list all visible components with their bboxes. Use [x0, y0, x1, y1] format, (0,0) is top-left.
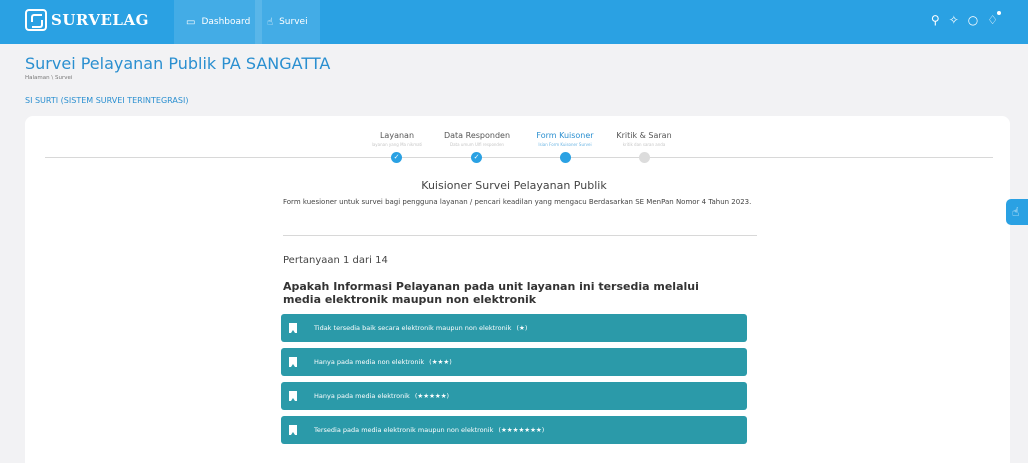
- answer-option-4[interactable]: Tersedia pada media elektronik maupun no…: [281, 416, 747, 444]
- bell-icon[interactable]: ♢: [987, 11, 1001, 27]
- divider: [283, 235, 757, 236]
- hand-pointer-icon: ☝: [1012, 205, 1020, 219]
- side-hand-button[interactable]: ☝: [1006, 199, 1028, 225]
- topbar-actions: ⚲ ✧ ○ ♢: [931, 11, 1001, 27]
- option-stars: (★★★): [429, 358, 452, 366]
- option-stars: (★): [516, 324, 528, 332]
- step-title: Layanan: [379, 131, 415, 140]
- step-active-dot: [560, 152, 571, 163]
- step-subtitle: kritik dan saran anda: [622, 142, 666, 147]
- app-label: SI SURTI (SISTEM SURVEI TERINTEGRASI): [25, 96, 189, 105]
- question-text: Apakah Informasi Pelayanan pada unit lay…: [283, 280, 699, 306]
- bookmark-icon: [289, 323, 297, 333]
- answer-option-2[interactable]: Hanya pada media non elektronik (★★★): [281, 348, 747, 376]
- search-icon[interactable]: ⚲: [931, 13, 940, 27]
- step-done-check-icon: ✓: [391, 152, 402, 163]
- stepper-line: [45, 157, 993, 158]
- step-kritik-saran[interactable]: Kritik & Saran kritik dan saran anda: [604, 131, 684, 147]
- brand-name: SURVELAG: [51, 11, 149, 29]
- form-heading: Kuisioner Survei Pelayanan Publik: [421, 179, 607, 192]
- step-pending-dot: [639, 152, 650, 163]
- breadcrumb: Halaman \ Survei: [25, 75, 73, 81]
- answer-option-3[interactable]: Hanya pada media elektronik (★★★★★): [281, 382, 747, 410]
- hand-icon: ☝: [267, 16, 274, 28]
- top-navbar: SURVELAG ▭ Dashboard ☝ Survei ⚲ ✧ ○ ♢: [0, 0, 1028, 44]
- page-title: Survei Pelayanan Publik PA SANGATTA: [25, 54, 331, 73]
- step-subtitle: Data umum Ulfi responden: [450, 142, 504, 147]
- bookmark-icon: [289, 391, 297, 401]
- bookmark-icon: [289, 425, 297, 435]
- option-label: Tidak tersedia baik secara elektronik ma…: [314, 324, 512, 332]
- step-subtitle: layanan yang Ma nikmati: [371, 142, 423, 147]
- step-title: Form Kuisoner: [536, 131, 594, 140]
- nav-dashboard[interactable]: ▭ Dashboard: [174, 0, 263, 44]
- logo-icon: [25, 9, 47, 31]
- step-data-responden[interactable]: Data Responden Data umum Ulfi responden: [437, 131, 517, 147]
- step-title: Kritik & Saran: [616, 131, 672, 140]
- step-form-kuisoner[interactable]: Form Kuisoner Isian Form Kuisoner Survei: [525, 131, 605, 147]
- step-done-check-icon: ✓: [471, 152, 482, 163]
- monitor-icon: ▭: [186, 16, 196, 28]
- question-counter: Pertanyaan 1 dari 14: [283, 255, 388, 266]
- nav-survei[interactable]: ☝ Survei: [255, 0, 320, 44]
- form-description: Form kuesioner untuk survei bagi penggun…: [283, 198, 752, 206]
- pin-icon[interactable]: ✧: [949, 13, 959, 27]
- option-label: Hanya pada media elektronik: [314, 392, 410, 400]
- option-stars: (★★★★★★★): [498, 426, 545, 434]
- nav-dashboard-label: Dashboard: [201, 17, 251, 27]
- step-layanan[interactable]: Layanan layanan yang Ma nikmati: [357, 131, 437, 147]
- answer-option-1[interactable]: Tidak tersedia baik secara elektronik ma…: [281, 314, 747, 342]
- lightbulb-icon[interactable]: ○: [968, 13, 978, 27]
- step-subtitle: Isian Form Kuisoner Survei: [538, 142, 592, 147]
- option-label: Hanya pada media non elektronik: [314, 358, 425, 366]
- nav-survei-label: Survei: [279, 17, 308, 27]
- option-label: Tersedia pada media elektronik maupun no…: [314, 426, 494, 434]
- step-title: Data Responden: [443, 131, 511, 140]
- option-stars: (★★★★★): [414, 392, 450, 400]
- bookmark-icon: [289, 357, 297, 367]
- notification-dot: [997, 11, 1001, 15]
- brand-logo[interactable]: SURVELAG: [25, 9, 149, 31]
